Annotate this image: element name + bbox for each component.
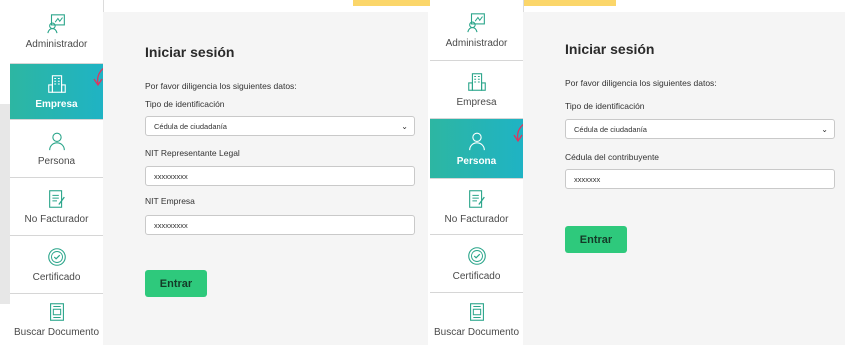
cedula-contribuyente-value: xxxxxxx (574, 174, 601, 184)
nav-item-buscar-documento[interactable]: Buscar Documento (10, 294, 103, 345)
panel-empresa: Administrador Empresa Persona No Factura… (10, 0, 428, 345)
id-type-select[interactable]: Cédula de ciudadanía ⌄ (565, 119, 835, 139)
id-type-label: Tipo de identificación (145, 99, 225, 109)
nav-item-label: No Facturador (24, 214, 89, 225)
nit-representante-value: xxxxxxxxx (154, 171, 188, 181)
building-icon (47, 75, 66, 93)
nav-item-label: No Facturador (444, 214, 509, 225)
nit-representante-label: NIT Representante Legal (145, 148, 240, 158)
cedula-contribuyente-label: Cédula del contribuyente (565, 152, 660, 162)
form-instruction: Por favor diligencia los siguientes dato… (145, 81, 297, 91)
nit-empresa-input[interactable]: xxxxxxxxx (145, 215, 415, 235)
nav-item-label: Certificado (32, 272, 81, 283)
nav-item-administrador[interactable]: Administrador (10, 0, 103, 64)
nav-item-label: Persona (37, 156, 76, 167)
nav-item-label: Buscar Documento (433, 326, 520, 338)
nav-item-label: Persona (456, 156, 497, 167)
sidebar-nav: Administrador Empresa Persona No Factura… (430, 0, 531, 345)
id-type-select[interactable]: Cédula de ciudadanía ⌄ (145, 116, 415, 136)
nav-item-certificado[interactable]: Certificado (10, 236, 103, 294)
login-form-area: Iniciar sesión Por favor diligencia los … (103, 12, 428, 345)
left-background-strip (0, 104, 10, 304)
entrar-button[interactable]: Entrar (145, 270, 207, 297)
nit-empresa-value: xxxxxxxxx (154, 220, 188, 230)
id-type-label: Tipo de identificación (565, 101, 645, 111)
nav-item-label: Administrador (445, 37, 508, 49)
document-search-icon (49, 303, 64, 321)
chevron-down-icon: ⌄ (821, 125, 828, 134)
certificate-check-icon (467, 247, 486, 265)
entrar-button[interactable]: Entrar (565, 226, 627, 253)
nit-empresa-label: NIT Empresa (145, 196, 195, 206)
page-title: Iniciar sesión (145, 44, 235, 60)
login-form-area: Iniciar sesión Por favor diligencia los … (523, 12, 845, 345)
admin-icon (466, 12, 485, 32)
nav-item-label: Administrador (25, 39, 88, 50)
nav-item-no-facturador[interactable]: No Facturador (430, 179, 523, 235)
building-icon (467, 73, 486, 91)
nav-item-administrador[interactable]: Administrador (430, 0, 523, 61)
admin-icon (46, 14, 65, 34)
nav-item-label: Certificado (452, 271, 501, 282)
form-instruction: Por favor diligencia los siguientes dato… (565, 78, 717, 88)
nav-item-persona[interactable]: Persona (10, 120, 103, 178)
document-pen-icon (468, 190, 485, 208)
nav-item-no-facturador[interactable]: No Facturador (10, 178, 103, 236)
page-title: Iniciar sesión (565, 41, 655, 57)
nav-item-label: Buscar Documento (13, 327, 100, 338)
nav-item-buscar-documento[interactable]: Buscar Documento (430, 293, 523, 345)
document-pen-icon (48, 190, 65, 208)
nit-representante-input[interactable]: xxxxxxxxx (145, 166, 415, 186)
cedula-contribuyente-input[interactable]: xxxxxxx (565, 169, 835, 189)
nav-item-certificado[interactable]: Certificado (430, 235, 523, 293)
chevron-down-icon: ⌄ (401, 122, 408, 131)
certificate-check-icon (47, 248, 66, 266)
person-icon (468, 132, 485, 151)
nav-item-label: Empresa (456, 97, 497, 108)
nav-item-label: Empresa (35, 99, 78, 110)
id-type-value: Cédula de ciudadanía (154, 121, 227, 131)
nav-item-empresa[interactable]: Empresa (430, 61, 523, 119)
panel-persona: Administrador Empresa Persona No Factura… (430, 0, 845, 345)
sidebar-nav: Administrador Empresa Persona No Factura… (10, 0, 111, 345)
document-search-icon (469, 302, 484, 321)
id-type-value: Cédula de ciudadanía (574, 124, 647, 134)
person-icon (48, 132, 65, 151)
